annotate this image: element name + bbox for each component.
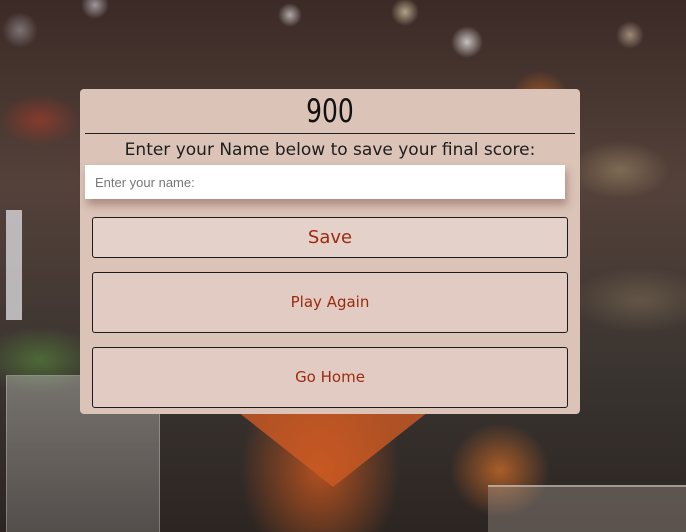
end-game-panel: 900 Enter your Name below to save your f… xyxy=(80,89,580,414)
background-glass-right xyxy=(488,485,686,532)
play-again-button[interactable]: Play Again xyxy=(92,272,568,333)
name-input[interactable] xyxy=(85,165,565,199)
background-martini-glass xyxy=(238,412,428,487)
background-straw xyxy=(6,210,22,320)
save-score-prompt: Enter your Name below to save your final… xyxy=(124,140,536,160)
final-score: 900 xyxy=(306,92,354,130)
save-button[interactable]: Save xyxy=(92,217,568,258)
go-home-button[interactable]: Go Home xyxy=(92,347,568,408)
score-divider xyxy=(85,133,575,134)
